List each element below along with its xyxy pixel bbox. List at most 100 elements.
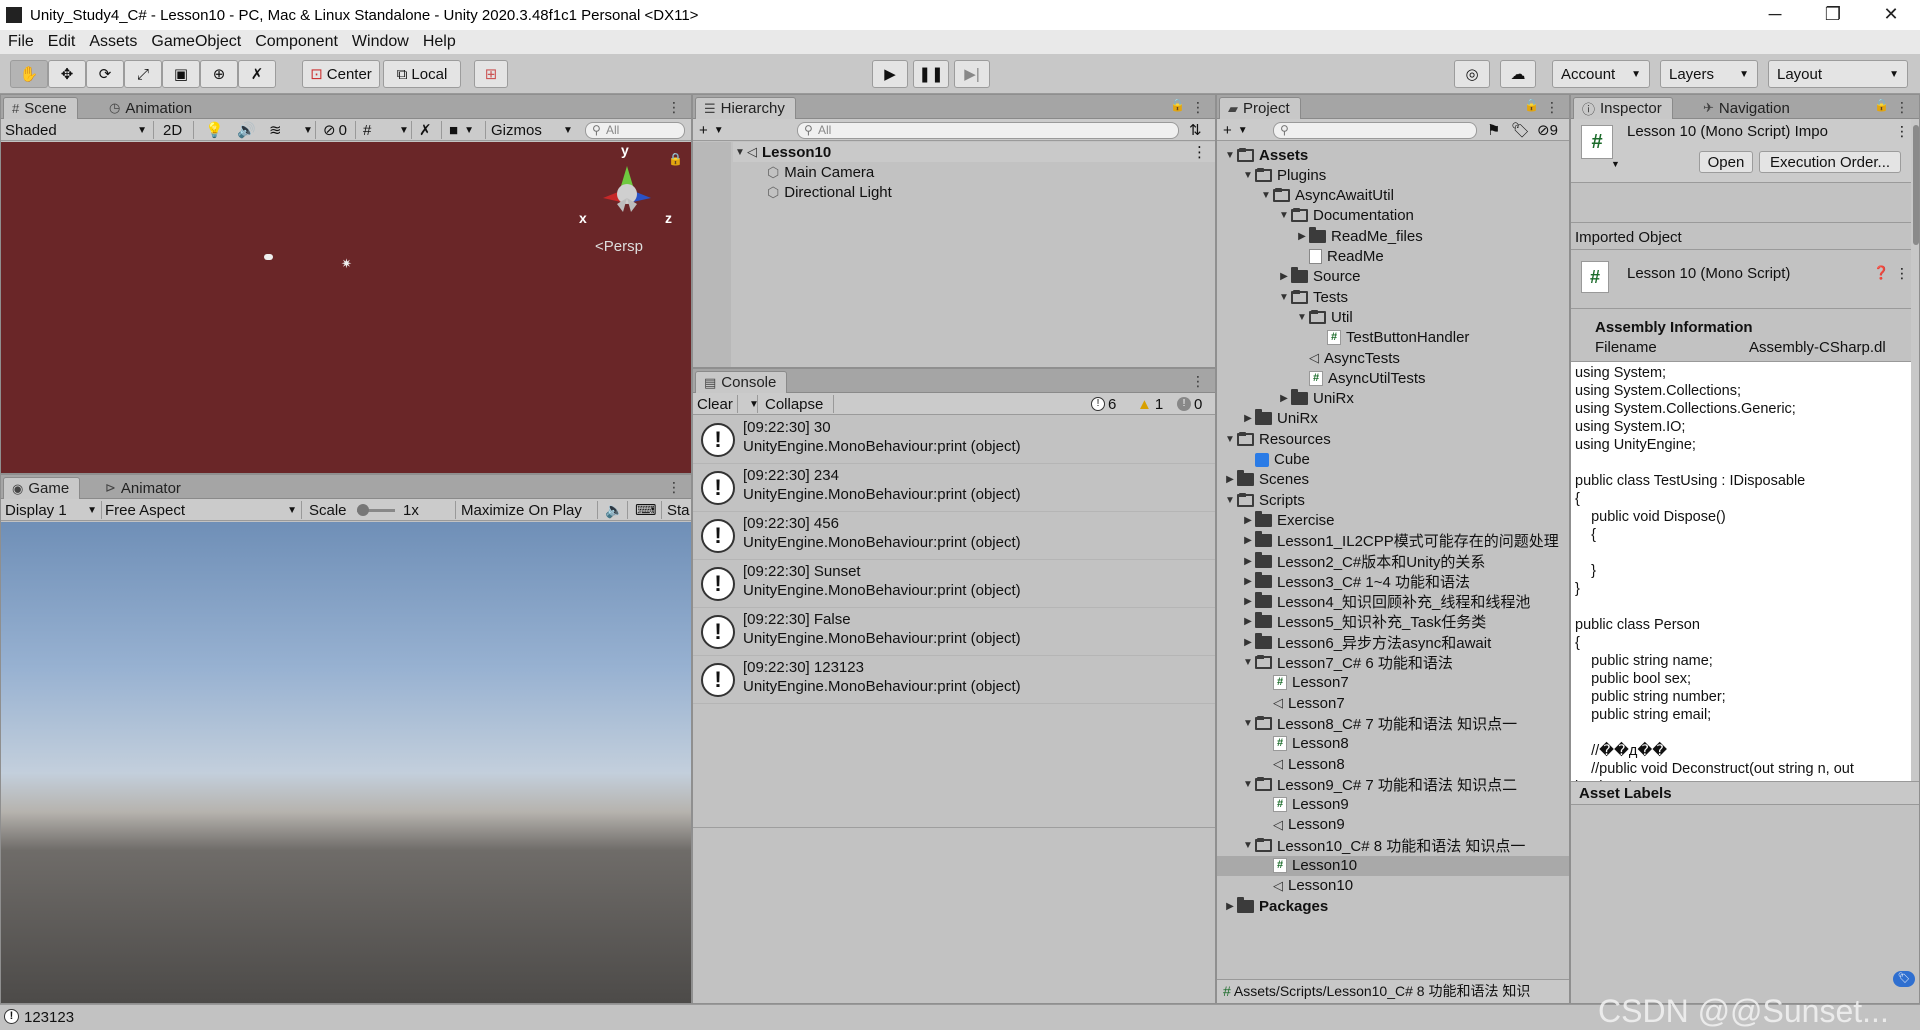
project-tree-item[interactable]: ▶ Source	[1217, 267, 1569, 287]
rect-tool-button[interactable]: ▣	[162, 60, 200, 88]
error-filter-toggle[interactable]: ! 0	[1177, 393, 1202, 415]
maximize-on-play-toggle[interactable]: Maximize On Play	[461, 499, 582, 521]
move-tool-button[interactable]: ✥	[48, 60, 86, 88]
gizmos-toggle[interactable]: ⌨	[635, 499, 657, 521]
collab-button[interactable]: ◎	[1454, 60, 1490, 88]
inspector-scrollbar[interactable]	[1911, 119, 1919, 781]
expand-open-icon[interactable]: ▼	[1241, 657, 1255, 668]
transform-tool-button[interactable]: ⊕	[200, 60, 238, 88]
step-button[interactable]: ▶|	[954, 60, 990, 88]
panel-menu-icon[interactable]: ⋮	[1191, 373, 1205, 390]
lock-icon[interactable]: 🔒	[668, 152, 683, 166]
account-dropdown[interactable]: Account ▼	[1552, 60, 1650, 88]
search-by-label-button[interactable]: 🏷	[1511, 119, 1530, 141]
expand-closed-icon[interactable]: ▶	[1241, 556, 1255, 567]
game-view[interactable]	[1, 522, 691, 1003]
gizmos-dropdown[interactable]: Gizmos	[491, 119, 542, 141]
hand-tool-button[interactable]: ✋	[10, 60, 48, 88]
expand-open-icon[interactable]: ▼	[1241, 170, 1255, 181]
project-tree-item[interactable]: ▼ Lesson9_C# 7 功能和语法 知识点二	[1217, 774, 1569, 794]
project-tree-item[interactable]: ▶ Lesson3_C# 1~4 功能和语法	[1217, 571, 1569, 591]
chevron-down-icon[interactable]: ▼	[1611, 159, 1620, 169]
component-menu-icon[interactable]: ⋮	[1895, 265, 1909, 282]
project-tree-item[interactable]: ▶ Lesson6_异步方法async和await	[1217, 632, 1569, 652]
log-entry[interactable]: ! [09:22:30] 234 UnityEngine.MonoBehaviour…	[693, 464, 1215, 512]
project-tree-item[interactable]: # Lesson8	[1217, 734, 1569, 754]
scale-tool-button[interactable]: ⤢	[124, 60, 162, 88]
project-tree-item[interactable]: ▼ Lesson10_C# 8 功能和语法 知识点一	[1217, 835, 1569, 855]
display-dropdown[interactable]: Display 1 ▼	[5, 499, 97, 521]
tab-project[interactable]: ▰ Project	[1219, 97, 1301, 119]
pause-button[interactable]: ❚❚	[913, 60, 949, 88]
lock-icon[interactable]: 🔒	[1170, 98, 1185, 112]
expand-open-icon[interactable]: ▼	[1223, 495, 1237, 506]
project-tree-item[interactable]: ▼ Util	[1217, 307, 1569, 327]
tab-inspector[interactable]: ⓘ Inspector	[1573, 97, 1673, 119]
open-button[interactable]: Open	[1699, 151, 1753, 173]
audio-toggle[interactable]: 🔊	[237, 119, 256, 141]
create-dropdown[interactable]: + ▼	[699, 119, 724, 141]
close-icon[interactable]: ✕	[1862, 0, 1920, 30]
tab-animation[interactable]: ◷ Animation	[101, 97, 202, 119]
project-tree-item[interactable]: ◁ Lesson7	[1217, 693, 1569, 713]
grid-toggle[interactable]: #	[363, 119, 371, 141]
tab-scene[interactable]: # Scene	[3, 97, 78, 119]
expand-closed-icon[interactable]: ▶	[1277, 393, 1291, 404]
expand-closed-icon[interactable]: ▶	[1295, 231, 1309, 242]
scene-gizmo[interactable]	[577, 146, 677, 228]
hidden-packages-toggle[interactable]: ⊘ 9	[1537, 119, 1558, 141]
create-dropdown[interactable]: + ▼	[1223, 119, 1248, 141]
menu-window[interactable]: Window	[352, 33, 409, 51]
sort-button[interactable]: ⇅	[1189, 119, 1202, 141]
effects-dropdown[interactable]: ▼	[297, 119, 313, 141]
expand-closed-icon[interactable]: ▶	[1223, 474, 1237, 485]
project-tree-item[interactable]: ▶ Lesson1_IL2CPP模式可能存在的问题处理	[1217, 531, 1569, 551]
tab-animator[interactable]: ⊳ Animator	[97, 477, 191, 499]
scene-menu-icon[interactable]: ⋮	[1192, 143, 1207, 161]
project-tree-item[interactable]: # AsyncUtilTests	[1217, 368, 1569, 388]
scene-view[interactable]: ✷ y x z 🔒 <Persp	[1, 142, 691, 473]
stats-toggle[interactable]: Sta	[667, 499, 690, 521]
project-tree-item[interactable]: ▶ Exercise	[1217, 510, 1569, 530]
panel-menu-icon[interactable]: ⋮	[667, 99, 681, 116]
header-menu-icon[interactable]: ⋮	[1895, 123, 1909, 140]
minimize-icon[interactable]: ─	[1746, 0, 1804, 30]
mode-2d-toggle[interactable]: 2D	[163, 119, 182, 141]
lighting-toggle[interactable]: 💡	[205, 119, 224, 141]
project-search-input[interactable]	[1273, 122, 1477, 139]
status-message[interactable]: 123123	[24, 1009, 74, 1026]
project-tree-item[interactable]: ▼ Plugins	[1217, 165, 1569, 185]
camera-toggle[interactable]: ■ ▼	[449, 119, 474, 141]
project-tree-item[interactable]: ▶ Lesson2_C#版本和Unity的关系	[1217, 551, 1569, 571]
project-tree-item[interactable]: ▶ Lesson4_知识回顾补充_线程和线程池	[1217, 592, 1569, 612]
tools-toggle[interactable]: ✗	[419, 119, 432, 141]
play-button[interactable]: ▶	[872, 60, 908, 88]
expand-closed-icon[interactable]: ▶	[1241, 616, 1255, 627]
search-by-type-button[interactable]: ⚑	[1487, 119, 1500, 141]
hierarchy-search-input[interactable]: All	[797, 122, 1179, 139]
expand-open-icon[interactable]: ▼	[1259, 190, 1273, 201]
project-tree-item[interactable]: Cube	[1217, 450, 1569, 470]
tab-game[interactable]: ◉ Game	[3, 477, 81, 499]
light-sun-icon[interactable]: ✷	[341, 256, 352, 272]
expand-closed-icon[interactable]: ▶	[1277, 271, 1291, 282]
log-entry[interactable]: ! [09:22:30] Sunset UnityEngine.MonoBehavi…	[693, 560, 1215, 608]
expand-open-icon[interactable]: ▼	[1277, 210, 1291, 221]
mute-audio-toggle[interactable]: 🔈	[605, 499, 624, 521]
project-tree-item[interactable]: ▼ Resources	[1217, 429, 1569, 449]
grid-dropdown[interactable]: ▼	[393, 119, 409, 141]
panel-menu-icon[interactable]: ⋮	[667, 479, 681, 496]
menu-file[interactable]: File	[8, 33, 34, 51]
expand-open-icon[interactable]: ▼	[1223, 150, 1237, 161]
expand-arrow-icon[interactable]: ▼	[733, 147, 747, 158]
pivot-local-button[interactable]: ⧉ Local	[383, 60, 461, 88]
layers-dropdown[interactable]: Layers ▼	[1660, 60, 1758, 88]
project-tree-item[interactable]: # Lesson10	[1217, 855, 1569, 876]
tab-navigation[interactable]: ✈ Navigation	[1695, 97, 1800, 119]
expand-closed-icon[interactable]: ▶	[1241, 637, 1255, 648]
log-entry[interactable]: ! [09:22:30] False UnityEngine.MonoBehavio…	[693, 608, 1215, 656]
project-tree-item[interactable]: ◁ Lesson9	[1217, 815, 1569, 835]
project-tree-item[interactable]: # Lesson7	[1217, 673, 1569, 693]
snap-button[interactable]: ⊞	[474, 60, 508, 88]
log-entry[interactable]: ! [09:22:30] 123123 UnityEngine.MonoBehavi…	[693, 656, 1215, 704]
